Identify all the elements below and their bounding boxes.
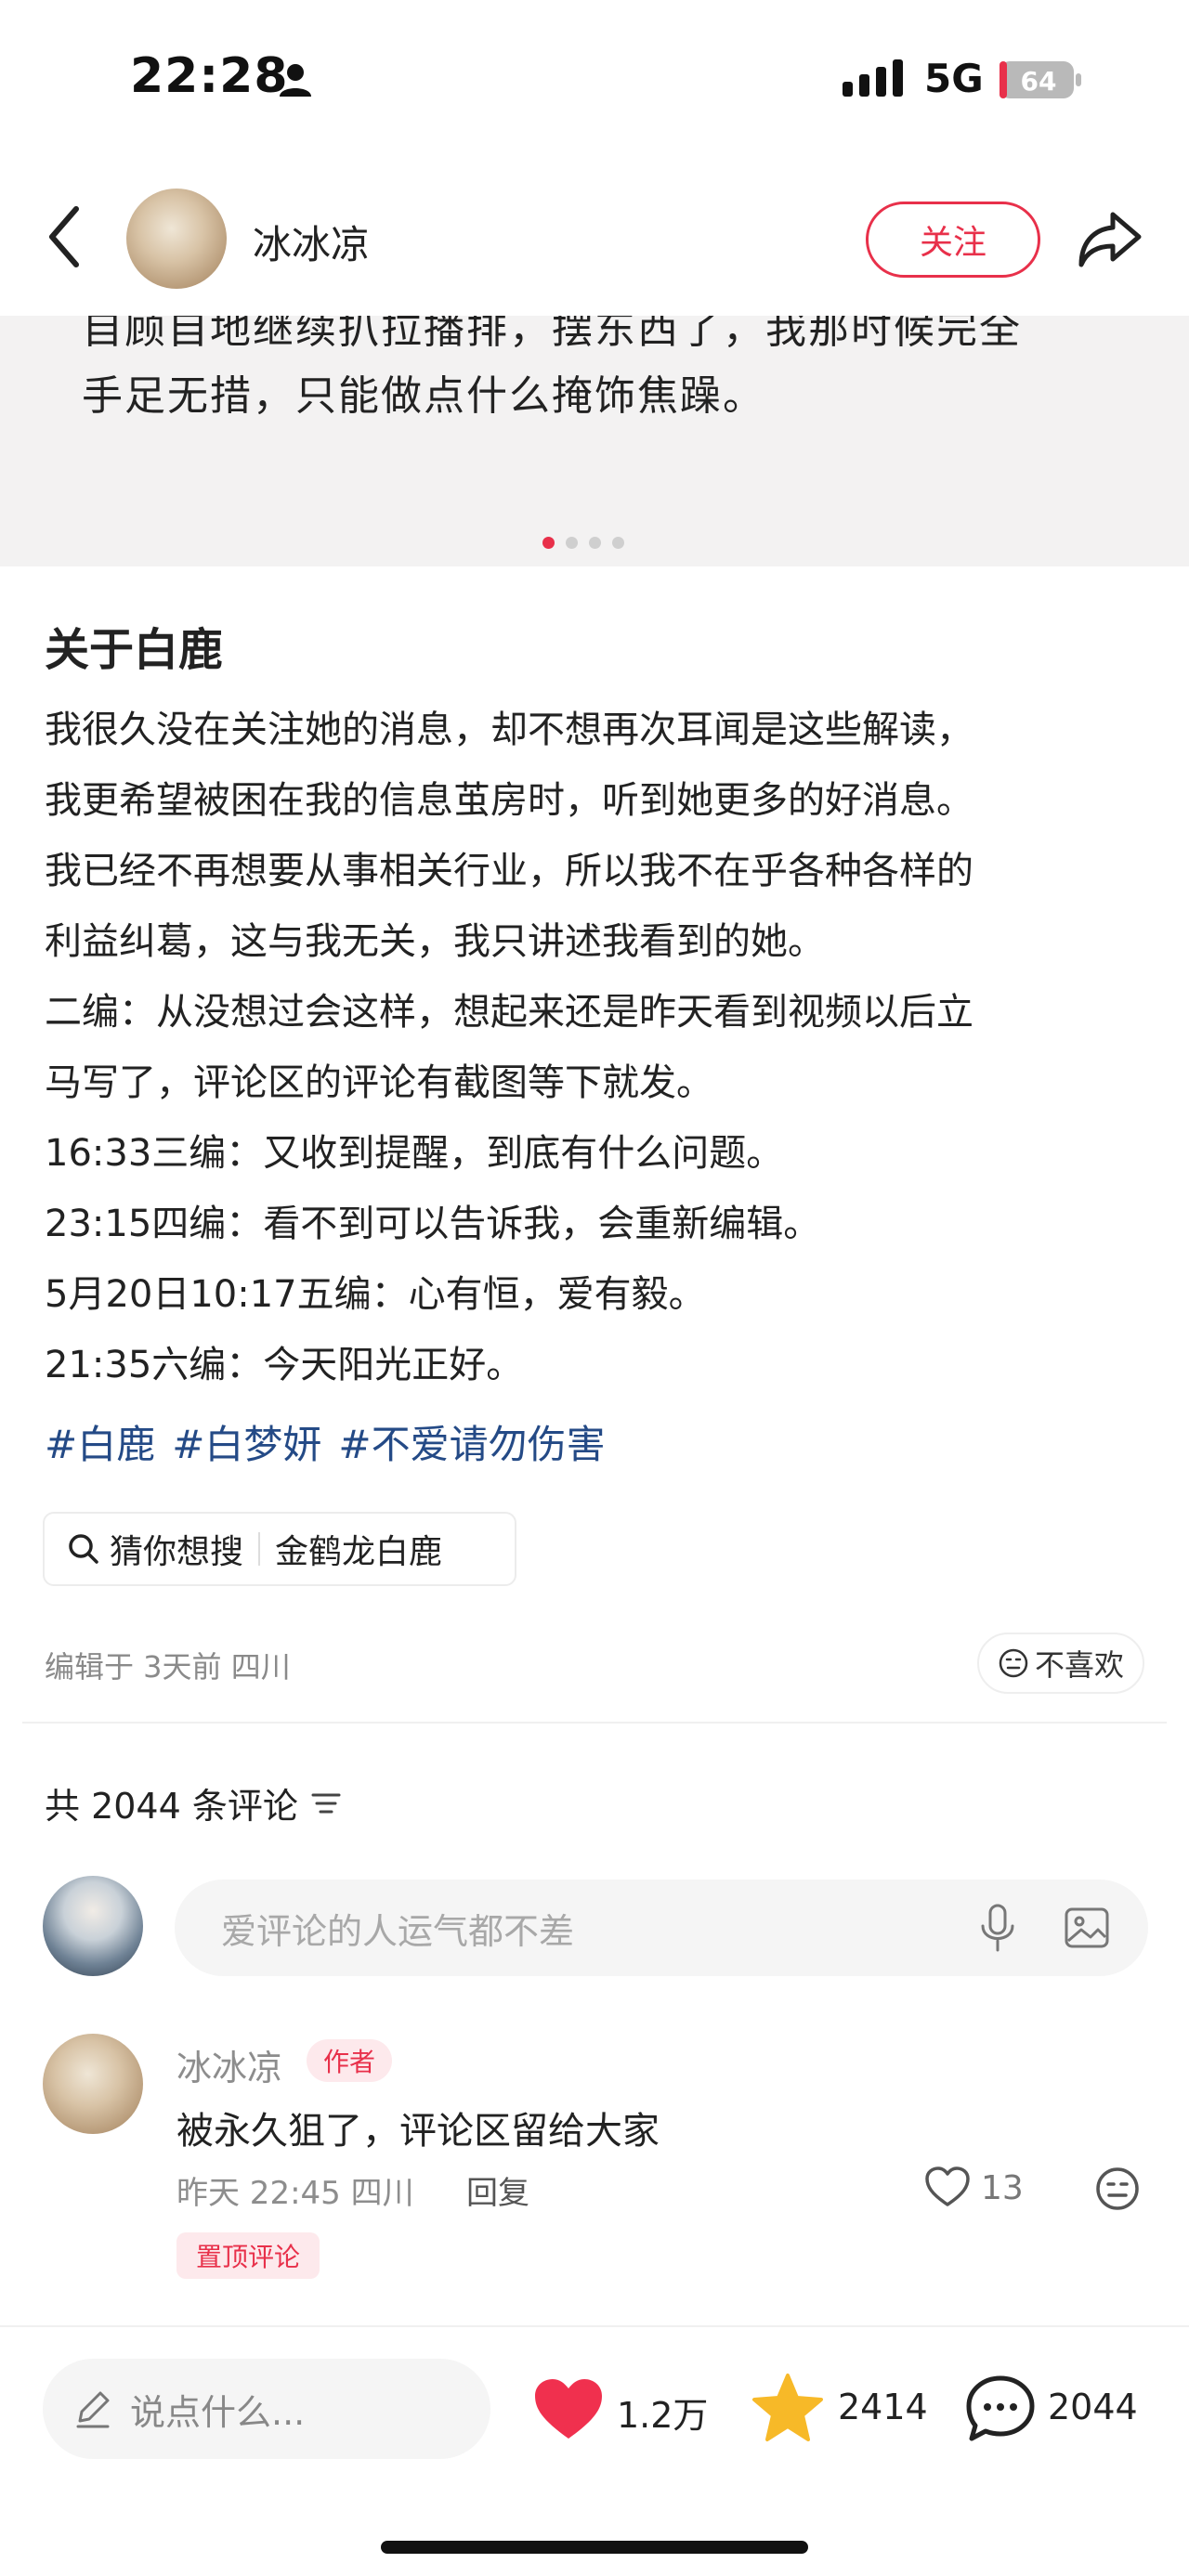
tag-link[interactable]: #白鹿 <box>45 1413 155 1470</box>
like-count: 1.2万 <box>617 2395 709 2436</box>
bottom-input-placeholder: 说点什么... <box>130 2391 306 2433</box>
signal-icon <box>843 59 903 97</box>
comment-like-count: 13 <box>981 2169 1024 2207</box>
image-icon[interactable] <box>1063 1906 1111 1950</box>
share-icon[interactable] <box>1076 207 1144 272</box>
comment-text: 被永久狙了，评论区留给大家 <box>176 2110 660 2153</box>
reply-button[interactable]: 回复 <box>466 2167 529 2213</box>
follow-button[interactable]: 关注 <box>866 202 1040 278</box>
image-carousel[interactable]: 自顾自地继续扒拉播排，摆东西了，我那时候完全 手足无措，只能做点什么掩饰焦躁。 <box>0 297 1189 566</box>
comment-avatar[interactable] <box>43 2034 143 2134</box>
comment-count: 共 2044 条评论 <box>45 1777 345 1828</box>
suggested-search-chip[interactable]: 猜你想搜 金鹤龙白鹿 <box>43 1512 516 1586</box>
post-line: 马写了，评论区的评论有截图等下就发。 <box>45 1061 713 1104</box>
suggested-search-label: 猜你想搜 <box>110 1533 244 1571</box>
post-line: 我很久没在关注她的消息，却不想再次耳闻是这些解读， <box>45 709 973 751</box>
chip-divider <box>258 1532 261 1566</box>
post-title: 关于白鹿 <box>45 624 224 676</box>
bottom-comment-input[interactable]: 说点什么... <box>43 2359 490 2459</box>
carousel-dot-active <box>542 537 555 549</box>
microphone-icon[interactable] <box>977 1902 1018 1954</box>
comment-author-name[interactable]: 冰冰凉 <box>176 2039 282 2090</box>
person-icon <box>280 64 311 97</box>
pencil-icon <box>76 2391 110 2428</box>
post-line: 5月20日10:17五编：心有恒，爱有毅。 <box>45 1273 706 1316</box>
heart-icon[interactable] <box>923 2166 972 2208</box>
carousel-dots <box>542 537 624 549</box>
carousel-dot <box>589 537 601 549</box>
comment-meta: 昨天 22:45 四川 <box>176 2175 414 2212</box>
neutral-face-icon <box>999 1648 1028 1678</box>
home-indicator <box>381 2541 808 2554</box>
comment-count-label: 共 2044 条评论 <box>45 1786 298 1827</box>
note-header: 冰冰凉 关注 <box>0 163 1189 316</box>
carousel-text-line: 手足无措，只能做点什么掩饰焦躁。 <box>82 372 765 420</box>
neutral-face-icon[interactable] <box>1094 2166 1141 2212</box>
post-line: 二编：从没想过会这样，想起来还是昨天看到视频以后立 <box>45 991 973 1034</box>
dislike-label: 不喜欢 <box>1034 1647 1124 1683</box>
post-line: 21:35六编：今天阳光正好。 <box>45 1344 524 1386</box>
comment-bubble-icon[interactable] <box>964 2374 1037 2444</box>
author-avatar[interactable] <box>126 189 227 289</box>
tag-list: #白鹿 #白梦妍 #不爱请勿伤害 <box>45 1413 606 1470</box>
current-user-avatar <box>43 1876 143 1976</box>
dislike-button[interactable]: 不喜欢 <box>977 1633 1144 1694</box>
sort-icon[interactable] <box>307 1788 345 1819</box>
suggested-search-query: 金鹤龙白鹿 <box>275 1533 443 1571</box>
search-icon <box>69 1534 98 1564</box>
carousel-dot <box>566 537 578 549</box>
heart-filled-icon[interactable] <box>531 2375 606 2442</box>
comment-total: 2044 <box>1048 2387 1138 2427</box>
star-filled-icon[interactable] <box>751 2372 825 2444</box>
battery-icon: 64 <box>1000 61 1081 98</box>
back-arrow-icon[interactable] <box>41 200 87 274</box>
edit-info: 编辑于 3天前 四川 <box>45 1649 291 1685</box>
post-line: 我已经不再想要从事相关行业，所以我不在乎各种各样的 <box>45 850 973 892</box>
bottom-action-bar: 说点什么... 1.2万 2414 2044 <box>0 2325 1189 2576</box>
carousel-dot <box>612 537 624 549</box>
section-divider <box>22 1722 1167 1724</box>
status-bar: 22:28 5G 64 <box>0 0 1189 163</box>
pinned-badge: 置顶评论 <box>176 2232 320 2279</box>
post-body: 我很久没在关注她的消息，却不想再次耳闻是这些解读， 我更希望被困在我的信息茧房时… <box>45 695 1159 1400</box>
collect-count: 2414 <box>838 2387 928 2427</box>
network-label: 5G <box>924 56 984 101</box>
status-time: 22:28 <box>130 48 289 104</box>
comment-input-placeholder: 爱评论的人运气都不差 <box>221 1910 575 1952</box>
tag-link[interactable]: #白梦妍 <box>172 1413 321 1470</box>
post-line: 16:33三编：又收到提醒，到底有什么问题。 <box>45 1132 784 1175</box>
tag-link[interactable]: #不爱请勿伤害 <box>338 1413 605 1470</box>
author-name[interactable]: 冰冰凉 <box>253 214 370 270</box>
post-line: 23:15四编：看不到可以告诉我，会重新编辑。 <box>45 1203 821 1245</box>
author-badge: 作者 <box>307 2039 392 2082</box>
post-line: 我更希望被困在我的信息茧房时，听到她更多的好消息。 <box>45 779 973 822</box>
post-line: 利益纠葛，这与我无关，我只讲述我看到的她。 <box>45 920 825 963</box>
battery-level: 64 <box>1021 66 1057 97</box>
